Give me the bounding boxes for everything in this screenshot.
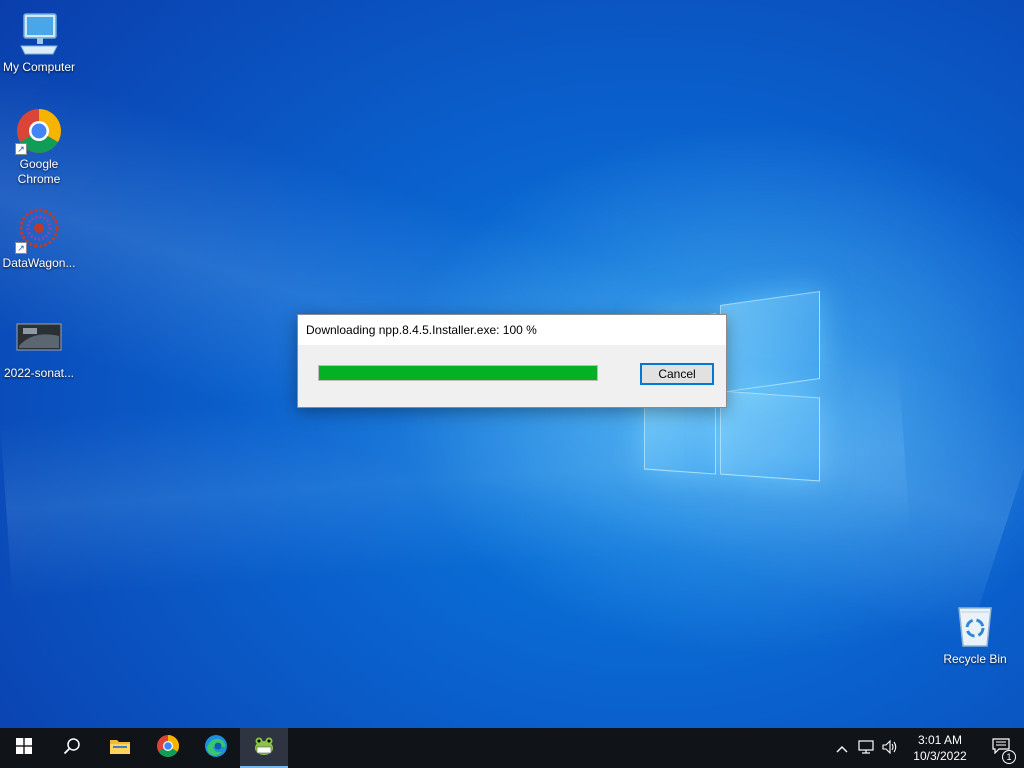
cancel-button[interactable]: Cancel [640, 363, 714, 385]
notepad-plus-plus-icon [252, 735, 276, 762]
progress-fill [319, 366, 597, 380]
chrome-icon: ↗ [15, 107, 63, 155]
desktop-icon-google-chrome[interactable]: ↗ Google Chrome [0, 107, 78, 187]
image-thumbnail-icon [15, 316, 63, 364]
clock-date: 10/3/2022 [913, 749, 967, 763]
clock-time: 3:01 AM [917, 733, 963, 747]
datawagon-icon: ↗ [15, 206, 63, 254]
desktop-icon-recycle-bin[interactable]: Recycle Bin [936, 602, 1014, 667]
system-tray: 3:01 AM 10/3/2022 1 [830, 728, 1024, 768]
windows-icon [16, 737, 32, 759]
desktop-icon-my-computer[interactable]: My Computer [0, 10, 78, 75]
edge-taskbar-button[interactable] [192, 728, 240, 768]
show-hidden-icons-button[interactable] [830, 728, 854, 768]
chevron-up-icon [836, 741, 848, 756]
desktop-icon-datawagon[interactable]: ↗ DataWagon... [0, 206, 78, 271]
search-button[interactable] [48, 728, 96, 768]
desktop-icon-label: Recycle Bin [943, 652, 1007, 666]
download-dialog: Downloading npp.8.4.5.Installer.exe: 100… [297, 314, 727, 408]
taskbar: 3:01 AM 10/3/2022 1 [0, 728, 1024, 768]
chrome-icon [156, 734, 180, 763]
desktop-icon-label: 2022-sonat... [3, 366, 75, 380]
desktop-icon-label: DataWagon... [2, 256, 76, 270]
start-button[interactable] [0, 728, 48, 768]
desktop-icon-2022-sonata[interactable]: 2022-sonat... [0, 316, 78, 381]
clock[interactable]: 3:01 AM 10/3/2022 [902, 732, 978, 764]
notepad-plus-plus-taskbar-button[interactable] [240, 728, 288, 768]
download-progress-bar [318, 365, 598, 381]
file-explorer-button[interactable] [96, 728, 144, 768]
monitor-icon [15, 10, 63, 58]
shortcut-arrow-icon: ↗ [15, 242, 27, 254]
dialog-title: Downloading npp.8.4.5.Installer.exe: 100… [298, 315, 726, 345]
speaker-icon [882, 739, 898, 757]
desktop-icon-label: My Computer [2, 60, 76, 74]
chrome-taskbar-button[interactable] [144, 728, 192, 768]
search-icon [63, 737, 81, 760]
volume-button[interactable] [878, 728, 902, 768]
shortcut-arrow-icon: ↗ [15, 143, 27, 155]
network-button[interactable] [854, 728, 878, 768]
network-icon [858, 739, 874, 757]
desktop-icon-label: Google Chrome [17, 157, 61, 186]
folder-icon [109, 737, 131, 760]
edge-icon [204, 734, 228, 763]
notification-count-badge: 1 [1002, 750, 1016, 764]
action-center-button[interactable]: 1 [978, 728, 1024, 768]
recycle-bin-icon [951, 602, 999, 650]
